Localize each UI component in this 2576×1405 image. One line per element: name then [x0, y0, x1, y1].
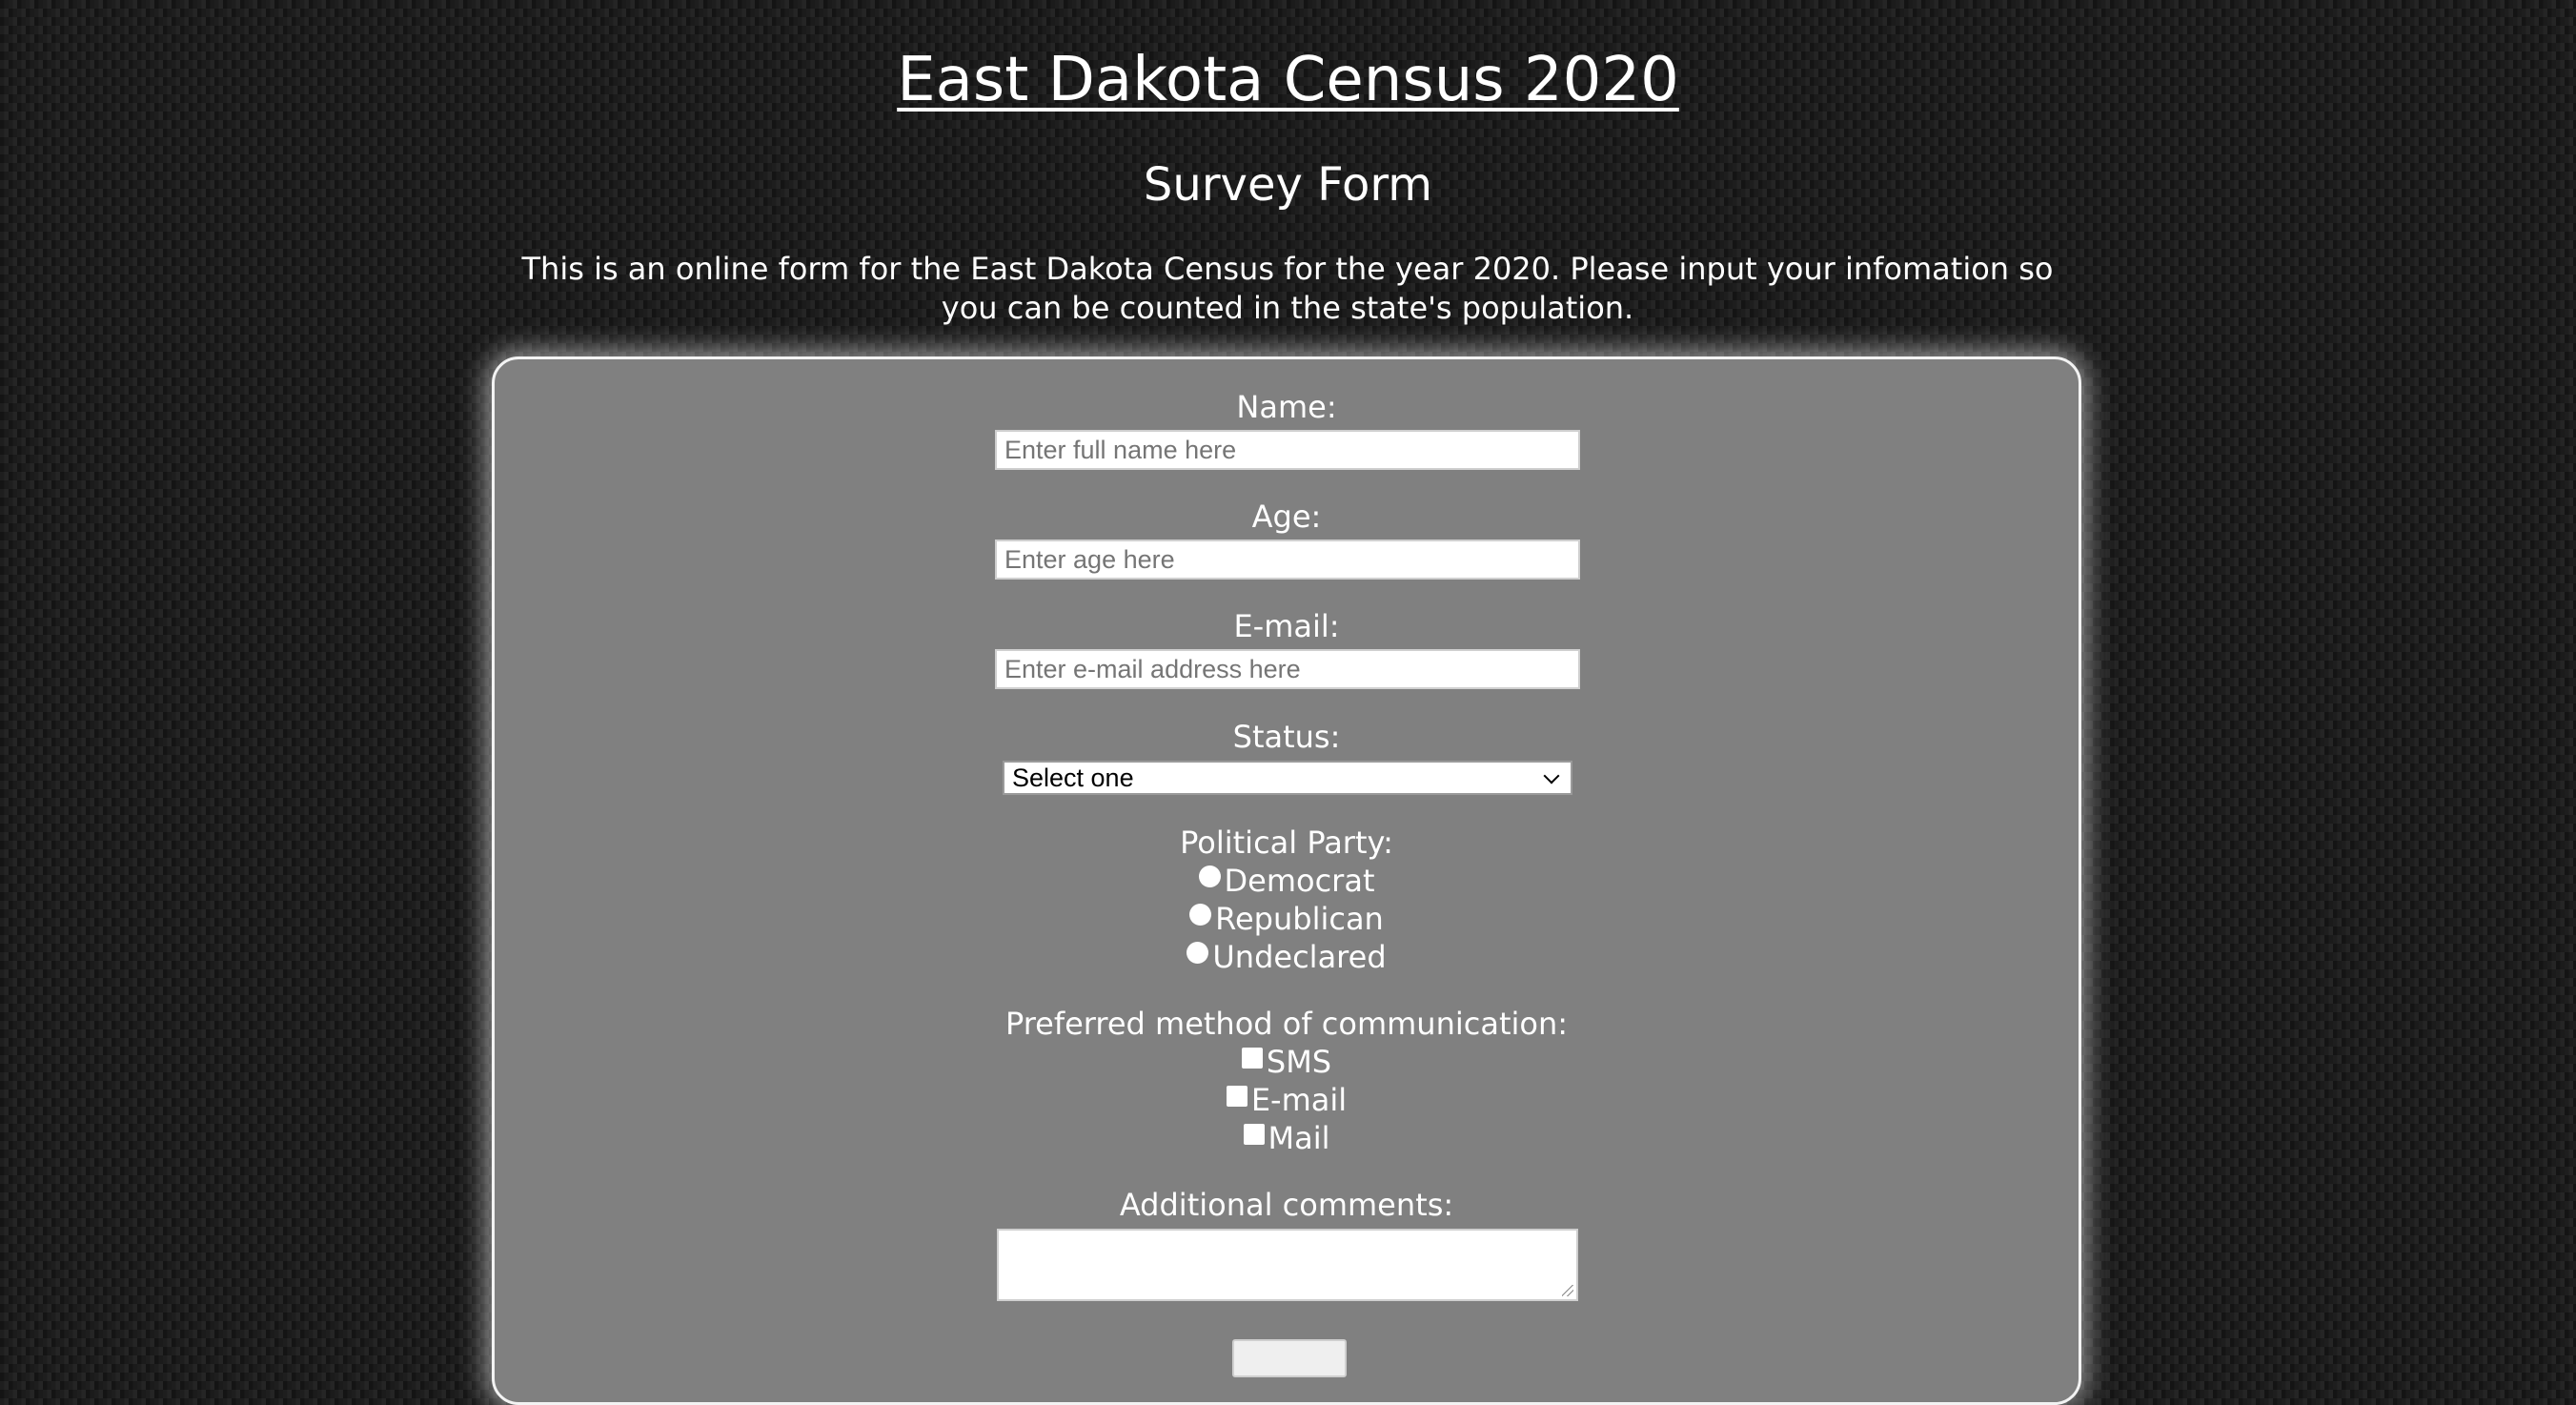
party-option-label: Republican — [1215, 901, 1384, 937]
page-subtitle: Survey Form — [1143, 158, 1433, 212]
party-option-label: Undeclared — [1212, 939, 1387, 975]
comments-textarea[interactable] — [997, 1229, 1578, 1301]
email-input[interactable]: Enter e-mail address here — [995, 649, 1580, 689]
checkbox[interactable] — [1241, 1048, 1263, 1069]
age-label: Age: — [1251, 499, 1322, 535]
name-label: Name: — [1236, 389, 1337, 425]
communication-option-label: E-mail — [1250, 1082, 1348, 1118]
status-label: Status: — [1232, 719, 1341, 755]
form-description: This is an online form for the East Dako… — [521, 251, 2054, 326]
chevron-down-icon — [1543, 767, 1560, 784]
communication-label: Preferred method of communication: — [1004, 1006, 1569, 1042]
party-option-republican[interactable]: Republican — [495, 900, 2079, 938]
checkbox[interactable] — [1226, 1086, 1247, 1107]
page-title: East Dakota Census 2020 — [897, 45, 1679, 115]
name-input[interactable]: Enter full name here — [995, 430, 1580, 470]
communication-option-sms[interactable]: SMS — [495, 1043, 2079, 1081]
radio-button[interactable] — [1198, 865, 1221, 887]
checkbox[interactable] — [1243, 1124, 1265, 1145]
comments-label: Additional comments: — [1119, 1187, 1454, 1223]
email-label: E-mail: — [1233, 608, 1340, 644]
status-selected-value: Select one — [1012, 764, 1134, 792]
age-input[interactable]: Enter age here — [995, 540, 1580, 580]
communication-option-label: SMS — [1266, 1044, 1332, 1080]
party-option-undeclared[interactable]: Undeclared — [495, 938, 2079, 976]
communication-option-label: Mail — [1268, 1120, 1330, 1156]
communication-option-email[interactable]: E-mail — [495, 1081, 2079, 1119]
submit-button[interactable] — [1232, 1339, 1347, 1377]
party-option-democrat[interactable]: Democrat — [495, 862, 2079, 900]
status-select[interactable]: Select one — [1003, 761, 1572, 795]
party-option-label: Democrat — [1224, 863, 1375, 899]
party-label: Political Party: — [1180, 825, 1393, 861]
radio-button[interactable] — [1187, 942, 1209, 964]
communication-option-mail[interactable]: Mail — [495, 1119, 2079, 1157]
survey-form: Name: Enter full name here Age: Enter ag… — [492, 356, 2081, 1405]
resize-handle-icon[interactable] — [1562, 1285, 1573, 1296]
radio-button[interactable] — [1189, 904, 1212, 926]
